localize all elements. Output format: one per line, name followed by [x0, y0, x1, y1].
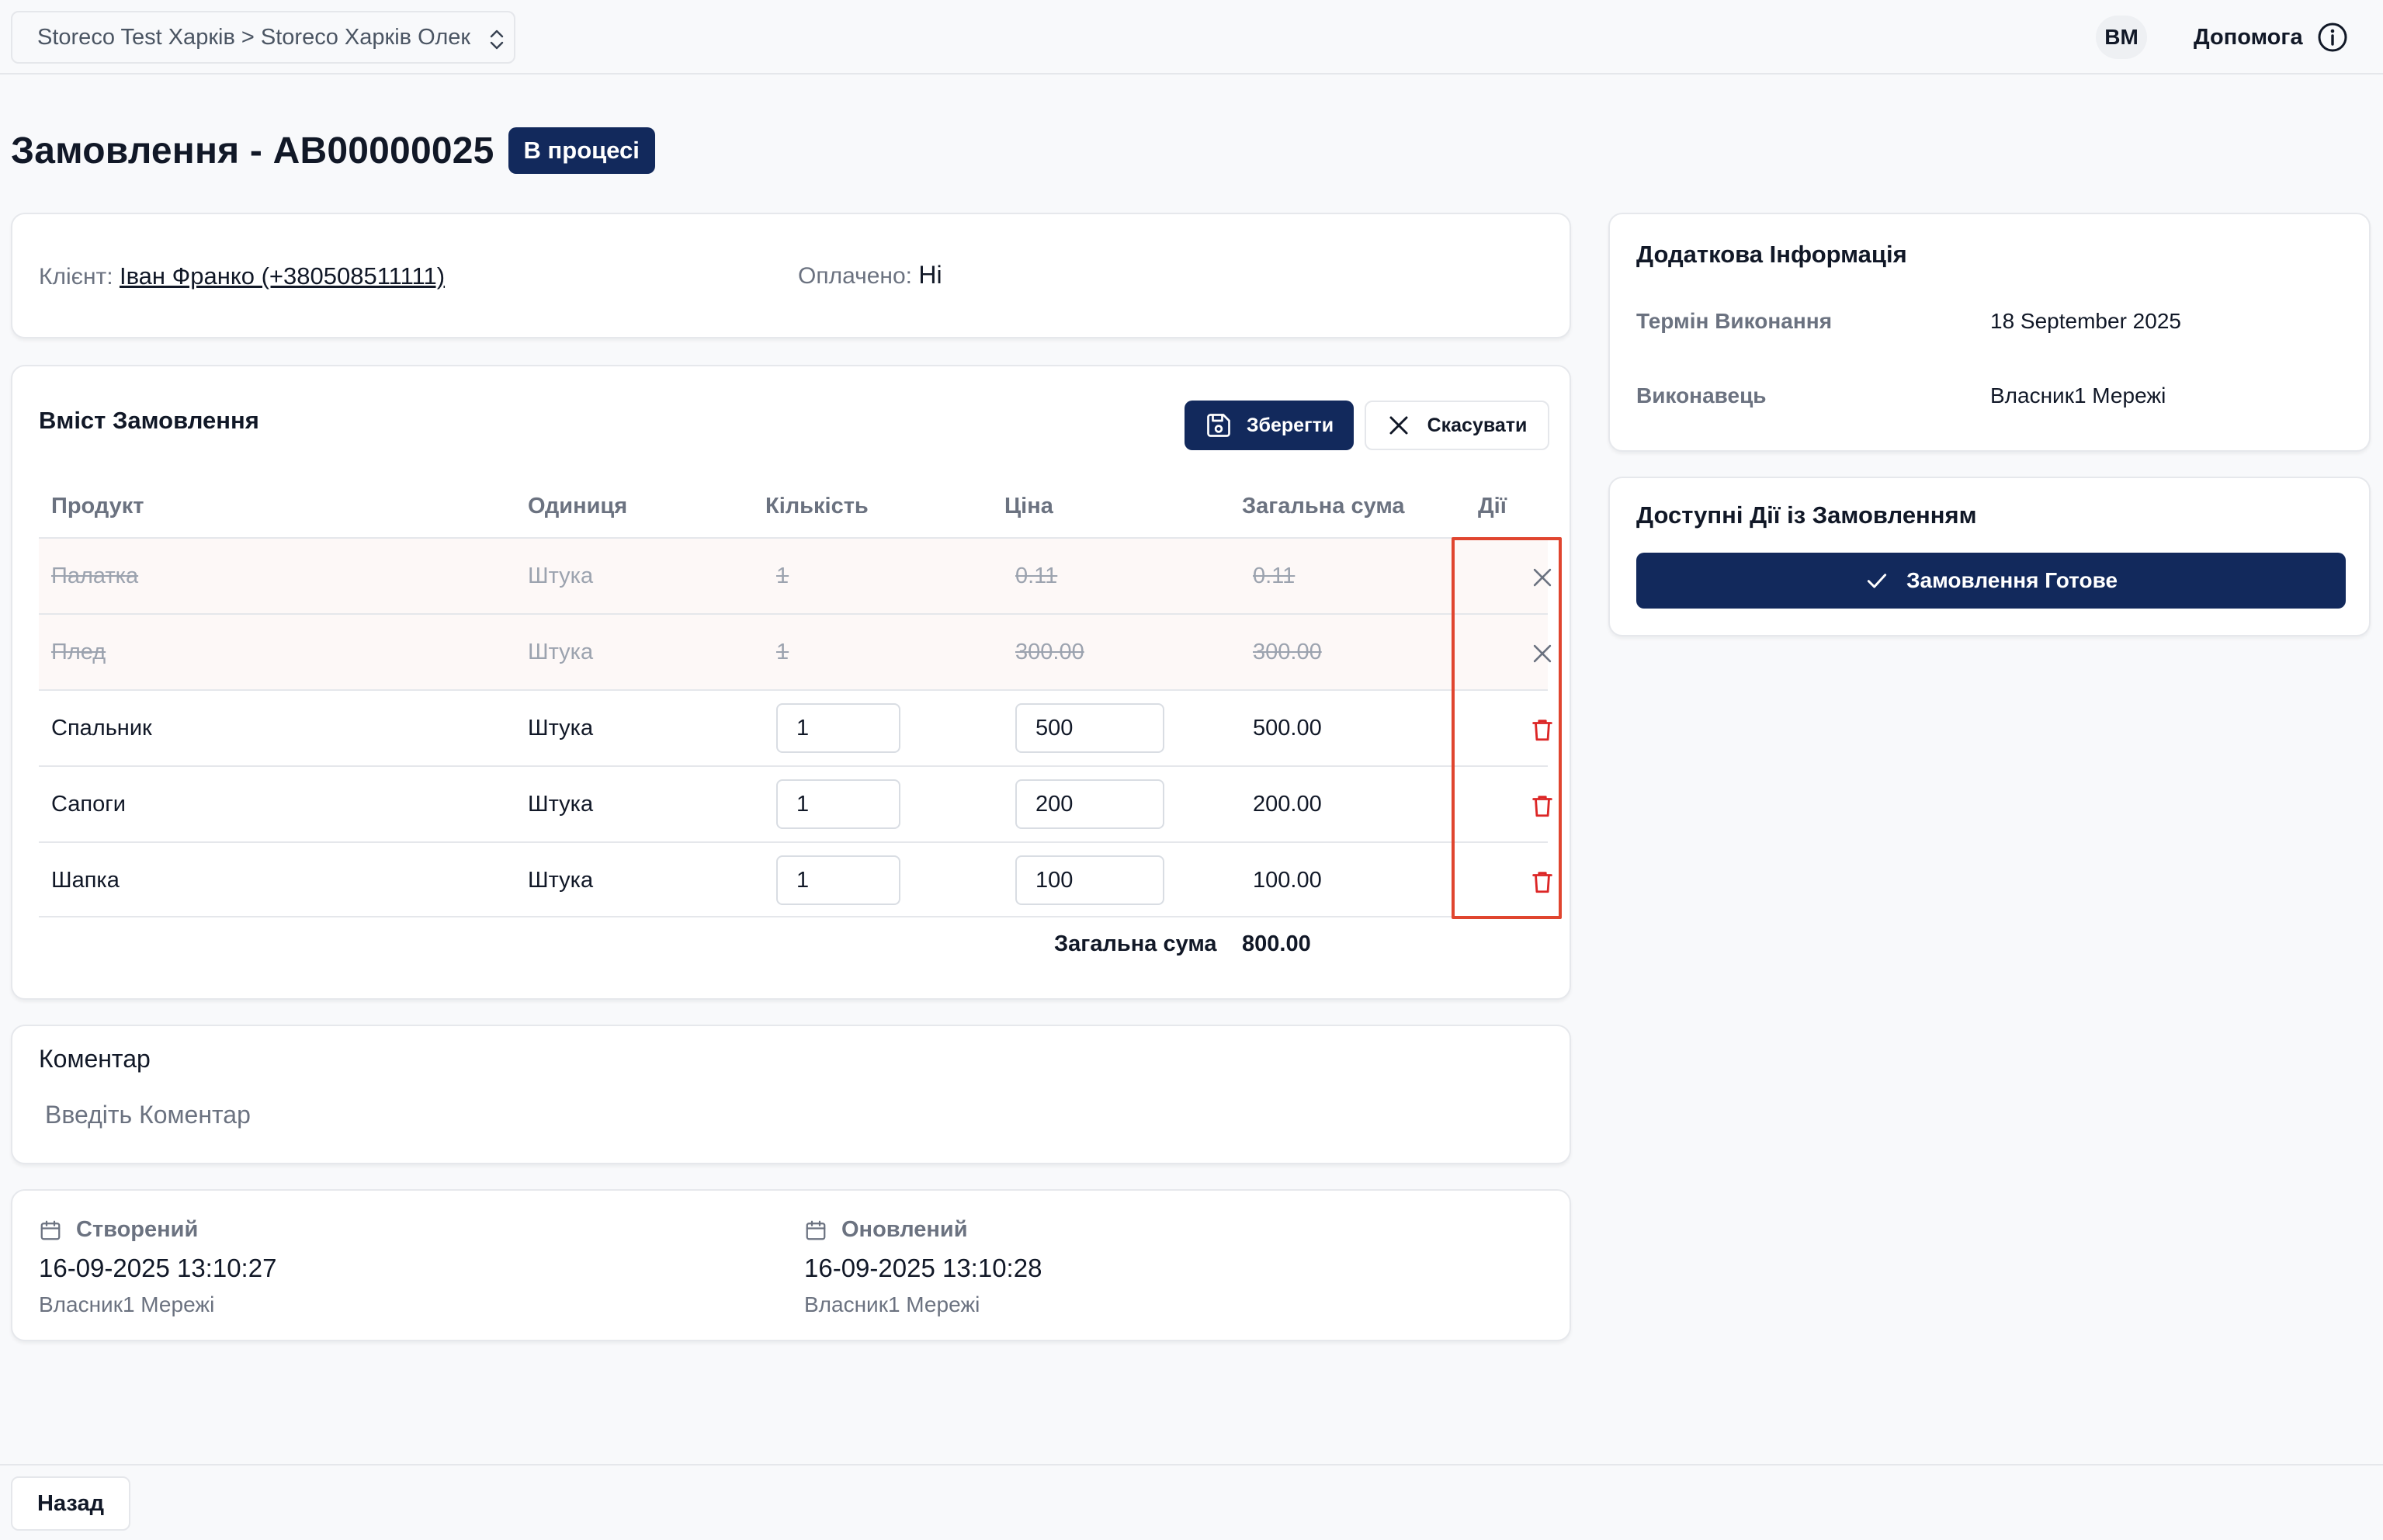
executor-label: Виконавець [1636, 383, 1767, 408]
product-total: 100.00 [1253, 867, 1322, 893]
back-button[interactable]: Назад [11, 1476, 130, 1531]
comment-input[interactable]: Введіть Коментар [45, 1101, 251, 1129]
column-header-price: Ціна [1004, 494, 1053, 519]
product-total: 300.00 [1253, 639, 1322, 664]
product-quantity: 1 [776, 563, 789, 588]
store-path-label: Storeco Test Харків > Storeco Харків Оле… [37, 24, 471, 50]
updated-label-row: Оновлений [804, 1217, 1042, 1243]
product-unit: Штука [528, 715, 594, 741]
created-label: Створений [76, 1217, 199, 1242]
price-input[interactable]: 500 [1015, 703, 1164, 753]
price-input[interactable]: 200 [1015, 779, 1164, 829]
help-label: Допомога [2194, 24, 2303, 50]
close-icon [1389, 416, 1408, 435]
deadline-value: 18 September 2025 [1990, 309, 2181, 333]
restore-x-icon[interactable] [1529, 640, 1556, 668]
client-label: Клієнт: [39, 264, 113, 290]
table-row: Спальник Штука 1 500 500.00 [39, 689, 1552, 765]
order-contents-title: Вміст Замовлення [39, 407, 259, 434]
page-header: Замовлення - AB00000025 В процесі [11, 126, 655, 175]
client-link[interactable]: Іван Франко (+380508511111) [120, 262, 445, 290]
column-header-quantity: Кількість [765, 494, 869, 519]
order-contents-card: Вміст Замовлення Зберегти Скасувати Прод… [11, 365, 1571, 1000]
paid-value: Ні [918, 261, 942, 289]
order-ready-button[interactable]: Замовлення Готове [1636, 553, 2346, 609]
grand-total-label: Загальна сума [1054, 931, 1217, 956]
product-total: 200.00 [1253, 791, 1322, 817]
deadline-label: Термін Виконання [1636, 309, 1833, 333]
updated-label: Оновлений [841, 1217, 968, 1242]
quantity-input[interactable]: 1 [776, 779, 900, 829]
order-ready-label: Замовлення Готове [1906, 568, 2118, 592]
table-row: Палатка Штука 1 0.11 0.11 [39, 537, 1552, 613]
product-name: Шапка [51, 867, 120, 893]
restore-x-icon[interactable] [1529, 564, 1556, 591]
calendar-icon [40, 1220, 61, 1240]
meta-card: Створений 16-09-2025 13:10:27 Власник1 М… [11, 1189, 1571, 1341]
chevron-up-down-icon [490, 29, 504, 50]
cancel-button[interactable]: Скасувати [1365, 401, 1549, 450]
save-label: Зберегти [1246, 414, 1334, 436]
available-actions-title: Доступні Дії із Замовленням [1636, 501, 1977, 529]
product-name: Сапоги [51, 791, 127, 817]
calendar-icon [806, 1220, 826, 1240]
status-badge: В процесі [508, 127, 655, 174]
column-header-actions: Дії [1478, 494, 1507, 519]
table-row: Сапоги Штука 1 200 200.00 [39, 765, 1552, 841]
comment-title: Коментар [39, 1045, 151, 1073]
trash-icon[interactable] [1529, 716, 1556, 744]
product-quantity: 1 [776, 639, 789, 664]
additional-info-title: Додаткова Інформація [1636, 241, 1907, 268]
paid-label: Оплачено: [798, 263, 913, 289]
product-unit: Штука [528, 791, 594, 817]
created-label-row: Створений [39, 1217, 276, 1243]
check-icon [1867, 574, 1887, 588]
available-actions-card: Доступні Дії із Замовленням Замовлення Г… [1608, 477, 2371, 636]
comment-card: Коментар Введіть Коментар [11, 1025, 1571, 1164]
product-name: Спальник [51, 715, 152, 741]
product-price: 0.11 [1015, 563, 1058, 588]
product-price: 300.00 [1015, 639, 1084, 664]
paid-info: Оплачено: Ні [798, 261, 942, 290]
product-unit: Штука [528, 563, 594, 588]
executor-value: Власник1 Мережі [1990, 383, 2166, 408]
quantity-input[interactable]: 1 [776, 703, 900, 753]
updated-by: Власник1 Мережі [804, 1292, 980, 1316]
product-total: 0.11 [1253, 563, 1296, 588]
created-date: 16-09-2025 13:10:27 [39, 1254, 277, 1282]
store-selector[interactable]: Storeco Test Харків > Storeco Харків Оле… [11, 11, 515, 64]
updated-info: Оновлений 16-09-2025 13:10:28 Власник1 М… [804, 1217, 1042, 1317]
product-total: 500.00 [1253, 715, 1322, 741]
table-row: Шапка Штука 1 100 100.00 [39, 841, 1552, 917]
column-header-product: Продукт [51, 494, 144, 519]
product-name: Плед [51, 639, 106, 664]
column-header-unit: Одиниця [528, 494, 628, 519]
top-bar: Storeco Test Харків > Storeco Харків Оле… [0, 0, 2383, 75]
trash-icon[interactable] [1529, 868, 1556, 896]
grand-total-value: 800.00 [1242, 931, 1311, 956]
column-header-total: Загальна сума [1242, 494, 1405, 519]
save-button[interactable]: Зберегти [1185, 401, 1354, 450]
created-info: Створений 16-09-2025 13:10:27 Власник1 М… [39, 1217, 276, 1317]
user-avatar[interactable]: ВМ [2096, 16, 2147, 59]
info-icon [2318, 23, 2347, 52]
created-by: Власник1 Мережі [39, 1292, 215, 1316]
price-input[interactable]: 100 [1015, 855, 1164, 905]
page-title: Замовлення - AB00000025 [11, 130, 494, 172]
trash-icon[interactable] [1529, 792, 1556, 820]
table-row: Плед Штука 1 300.00 300.00 [39, 613, 1552, 689]
footer-bar: Назад [0, 1464, 2383, 1540]
help-link[interactable]: Допомога [2194, 17, 2348, 57]
cancel-label: Скасувати [1427, 414, 1528, 436]
product-name: Палатка [51, 563, 139, 588]
client-info: Клієнт: Іван Франко (+380508511111) [39, 262, 445, 290]
updated-date: 16-09-2025 13:10:28 [804, 1254, 1042, 1282]
product-unit: Штука [528, 867, 594, 893]
table-divider [39, 916, 1548, 917]
additional-info-card: Додаткова Інформація Термін Виконання 18… [1608, 213, 2371, 452]
quantity-input[interactable]: 1 [776, 855, 900, 905]
product-unit: Штука [528, 639, 594, 664]
client-card: Клієнт: Іван Франко (+380508511111) Опла… [11, 213, 1571, 338]
save-icon [1207, 414, 1230, 437]
